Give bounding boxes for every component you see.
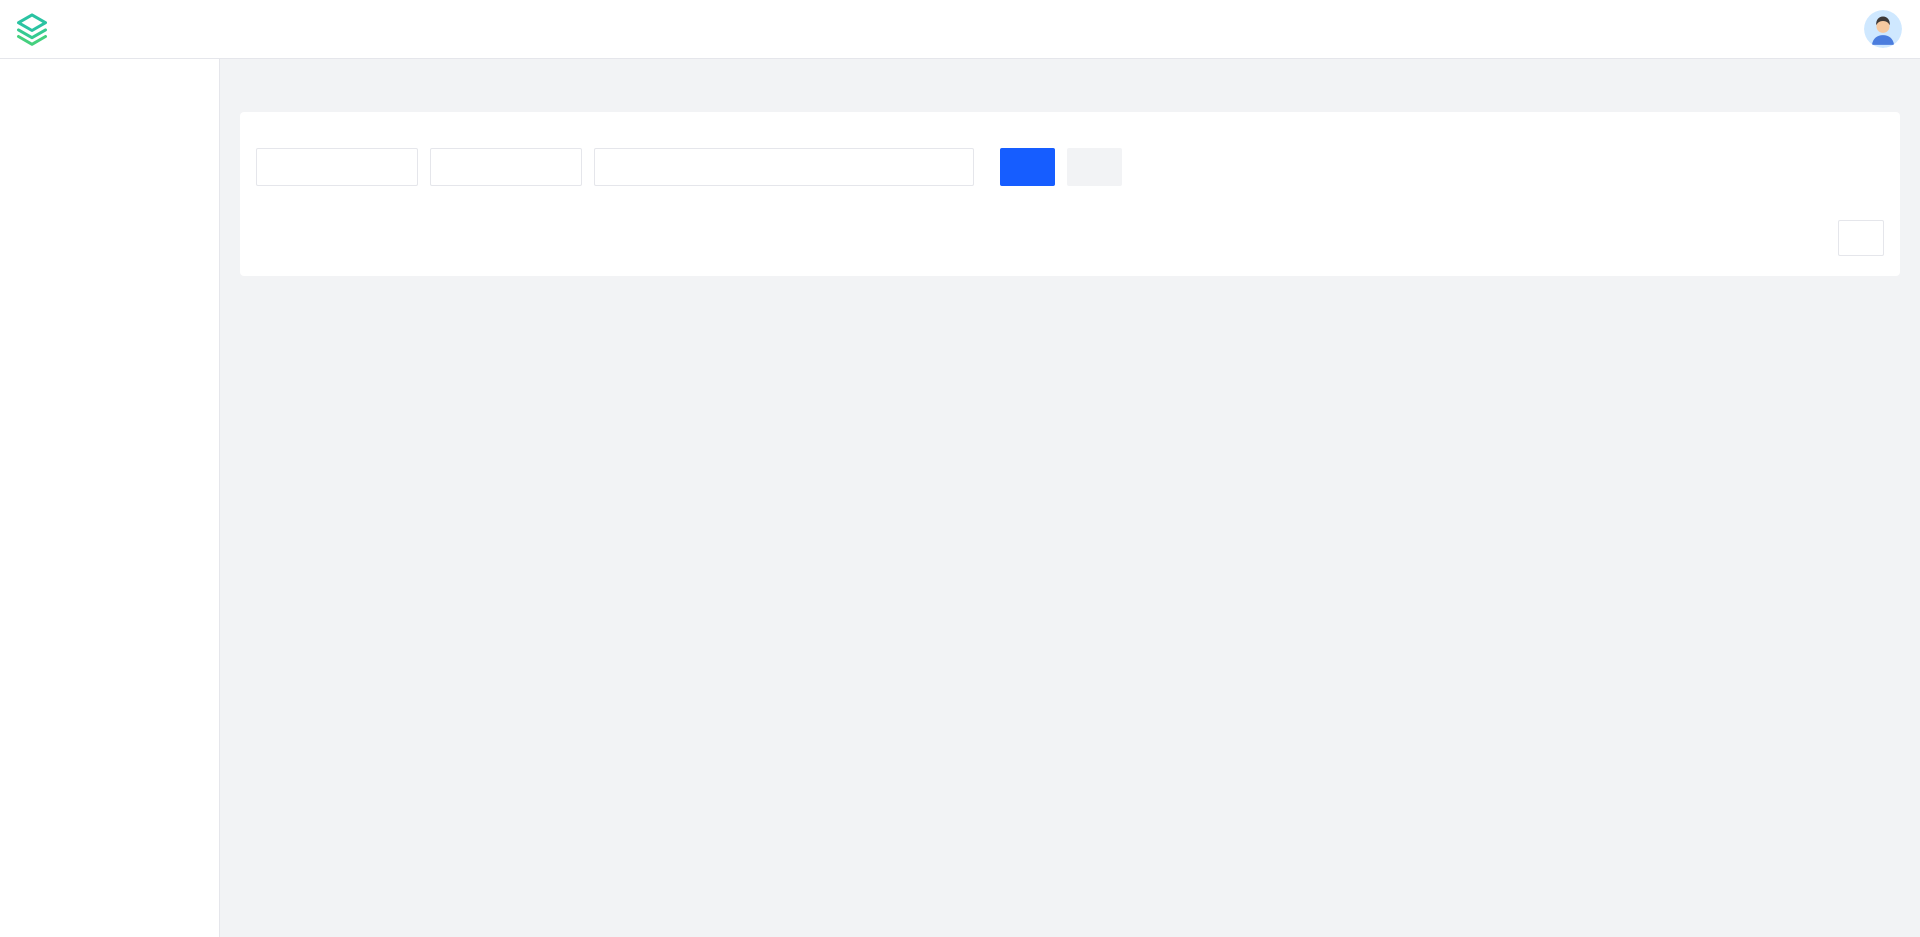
refresh-icon [1084, 160, 1098, 174]
start-date-input[interactable] [607, 159, 761, 175]
operation-log-card [240, 112, 1900, 276]
calendar-icon [945, 159, 961, 175]
page-size-select[interactable] [1838, 220, 1884, 256]
chevron-down-icon [559, 161, 571, 173]
sidebar [0, 59, 220, 937]
pagination [240, 200, 1900, 266]
end-date-input[interactable] [781, 159, 935, 175]
collapse-sidebar-icon [188, 904, 204, 920]
app-logo[interactable] [14, 11, 60, 47]
content [220, 59, 1920, 937]
apps-icon[interactable] [244, 79, 261, 96]
prev-page-button[interactable] [1746, 222, 1778, 254]
app-root [0, 0, 1920, 937]
breadcrumb [220, 59, 1920, 110]
date-range-picker[interactable] [594, 148, 974, 186]
status-select[interactable] [430, 148, 582, 186]
filter-bar [240, 148, 1900, 200]
search-icon [1017, 160, 1031, 174]
chevron-down-icon [1861, 232, 1873, 244]
content-search-input[interactable] [256, 148, 418, 186]
reset-button[interactable] [1067, 148, 1122, 186]
avatar[interactable] [1864, 10, 1902, 48]
footer-copyright [220, 903, 1920, 937]
topbar-right [1848, 10, 1902, 48]
app-logo-icon [14, 11, 50, 47]
collapse-sidebar-button[interactable] [183, 899, 209, 925]
main-wrap [0, 59, 1920, 937]
next-page-button[interactable] [1790, 222, 1822, 254]
page-title [240, 112, 1900, 148]
chevron-right-icon [1800, 232, 1812, 244]
topbar [0, 0, 1920, 59]
chevron-left-icon [1756, 232, 1768, 244]
query-button[interactable] [1000, 148, 1055, 186]
